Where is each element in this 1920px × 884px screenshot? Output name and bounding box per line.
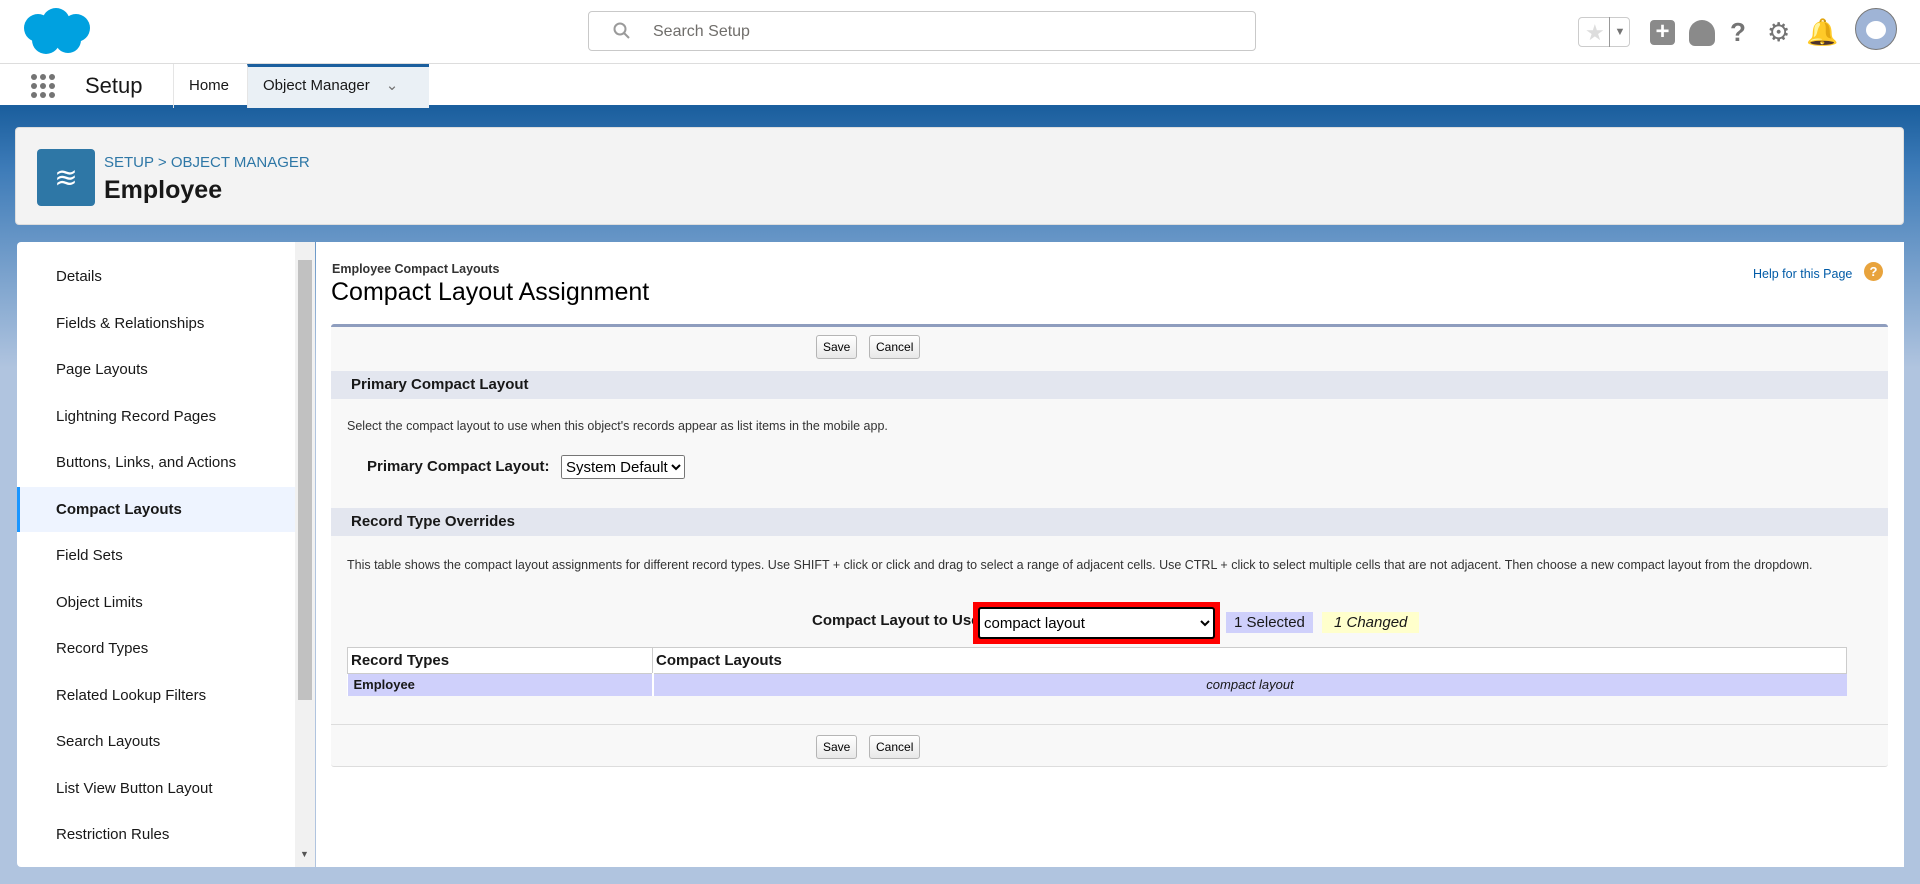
tab-object-manager[interactable]: Object Manager ⌄ — [247, 64, 429, 108]
changed-badge: 1 Changed — [1322, 612, 1420, 633]
sidebar-item[interactable]: Restriction Rules — [17, 812, 295, 857]
sidebar-item[interactable]: Compact Layouts — [17, 486, 295, 532]
layers-icon: ≋ — [37, 149, 95, 206]
bell-icon[interactable]: 🔔 — [1806, 16, 1838, 48]
add-icon[interactable]: + — [1650, 20, 1675, 45]
save-button[interactable]: Save — [816, 335, 858, 359]
record-type-table: Record Types Compact Layouts Employee co… — [347, 647, 1847, 696]
search-icon — [613, 22, 630, 39]
sidebar-item[interactable]: List View Button Layout — [17, 766, 295, 811]
app-name: Setup — [85, 73, 143, 98]
sidebar: ▼ Details Fields & Relationships Page Layo… — [17, 242, 315, 867]
help-link[interactable]: Help for this Page — [1753, 267, 1852, 281]
primary-section-header: Primary Compact Layout — [331, 371, 1888, 399]
avatar[interactable] — [1855, 8, 1897, 50]
app-nav-bar: Setup Home Object Manager ⌄ — [0, 64, 1920, 108]
cancel-button-bottom[interactable]: Cancel — [869, 735, 921, 759]
sidebar-item[interactable]: Record Types — [17, 626, 295, 671]
sidebar-item[interactable]: Lightning Record Pages — [17, 394, 295, 439]
sidebar-item[interactable]: Search Layouts — [17, 719, 295, 764]
sidebar-item[interactable]: Field Sets — [17, 533, 295, 578]
help-icon[interactable]: ? — [1864, 262, 1883, 281]
primary-description: Select the compact layout to use when th… — [347, 419, 888, 433]
overrides-section-header: Record Type Overrides — [331, 508, 1888, 536]
overrides-description: This table shows the compact layout assi… — [347, 558, 1813, 572]
object-header: ≋ SETUP > OBJECT MANAGER Employee — [15, 127, 1904, 225]
sidebar-item[interactable]: Related Lookup Filters — [17, 673, 295, 718]
primary-layout-label: Primary Compact Layout: — [367, 458, 550, 475]
selected-badge: 1 Selected — [1226, 612, 1313, 633]
star-icon: ★ — [1585, 20, 1605, 45]
page-title: Employee — [104, 176, 223, 204]
compact-layout-cell[interactable]: compact layout — [653, 674, 1847, 696]
gear-icon[interactable]: ⚙ — [1767, 16, 1790, 48]
salesforce-cloud-logo[interactable] — [18, 6, 94, 58]
column-header: Compact Layouts — [656, 652, 782, 669]
highlight-box: compact layout — [973, 602, 1220, 644]
sidebar-item[interactable]: Fields & Relationships — [17, 301, 295, 346]
save-button-bottom[interactable]: Save — [816, 735, 858, 759]
record-type-cell[interactable]: Employee — [347, 673, 654, 696]
layout-to-use-label: Compact Layout to Use — [812, 612, 980, 629]
scrollbar[interactable]: ▼ — [295, 242, 315, 867]
layout-to-use-select[interactable]: compact layout — [978, 607, 1215, 639]
favorites-button[interactable]: ★ ▼ — [1578, 17, 1630, 47]
trailhead-icon[interactable] — [1689, 20, 1715, 46]
sidebar-item[interactable]: Page Layouts — [17, 347, 295, 392]
app-launcher-icon[interactable] — [30, 73, 56, 99]
sidebar-item[interactable]: Object Limits — [17, 580, 295, 625]
search-input[interactable]: Search Setup — [588, 11, 1256, 51]
compact-layout-form: Save Cancel Primary Compact Layout Selec… — [331, 324, 1888, 767]
column-header: Record Types — [347, 647, 653, 674]
global-header: Search Setup ★ ▼ + ? ⚙ 🔔 — [0, 0, 1920, 64]
divider — [331, 724, 1888, 725]
main-content: Employee Compact Layouts Compact Layout … — [316, 242, 1904, 867]
sidebar-item[interactable]: Details — [17, 254, 295, 299]
sidebar-item[interactable]: Buttons, Links, and Actions — [17, 440, 295, 485]
tab-home[interactable]: Home — [173, 64, 244, 108]
chevron-down-icon[interactable]: ▼ — [1609, 17, 1630, 47]
help-icon[interactable]: ? — [1730, 16, 1746, 48]
table-row[interactable]: Employee compact layout — [347, 673, 1847, 696]
breadcrumb[interactable]: SETUP > OBJECT MANAGER — [104, 154, 310, 171]
cancel-button[interactable]: Cancel — [869, 335, 921, 359]
page-subtitle: Employee Compact Layouts — [332, 262, 500, 276]
chevron-down-icon[interactable]: ⌄ — [386, 77, 399, 94]
primary-layout-select[interactable]: System Default — [561, 455, 685, 479]
content-title: Compact Layout Assignment — [331, 278, 650, 306]
